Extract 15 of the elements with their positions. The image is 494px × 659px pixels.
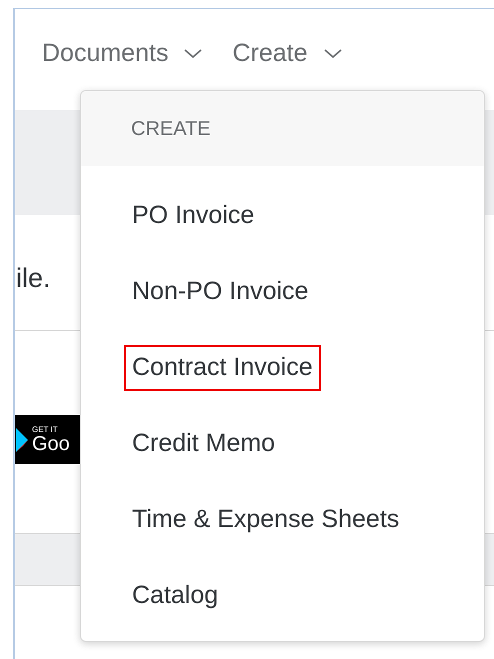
chevron-down-icon — [184, 48, 202, 59]
menu-item[interactable]: Non-PO Invoice — [124, 269, 316, 315]
badge-caption: GET IT — [32, 426, 59, 434]
chevron-down-icon — [324, 48, 342, 59]
nav-menu-button[interactable]: Create — [232, 35, 342, 72]
menu-item[interactable]: Contract Invoice — [124, 345, 321, 391]
badge-title: Goo — [32, 434, 70, 454]
menu-header: CREATE — [131, 116, 211, 142]
menu-item[interactable]: PO Invoice — [124, 193, 262, 239]
play-icon — [16, 428, 28, 452]
nav-menu-button[interactable]: Documents — [42, 35, 202, 72]
body-text: ile. — [16, 262, 51, 296]
menu-item[interactable]: Credit Memo — [124, 421, 284, 467]
menu-item[interactable]: Catalog — [124, 573, 226, 619]
menu-item[interactable]: Time & Expense Sheets — [124, 497, 408, 543]
